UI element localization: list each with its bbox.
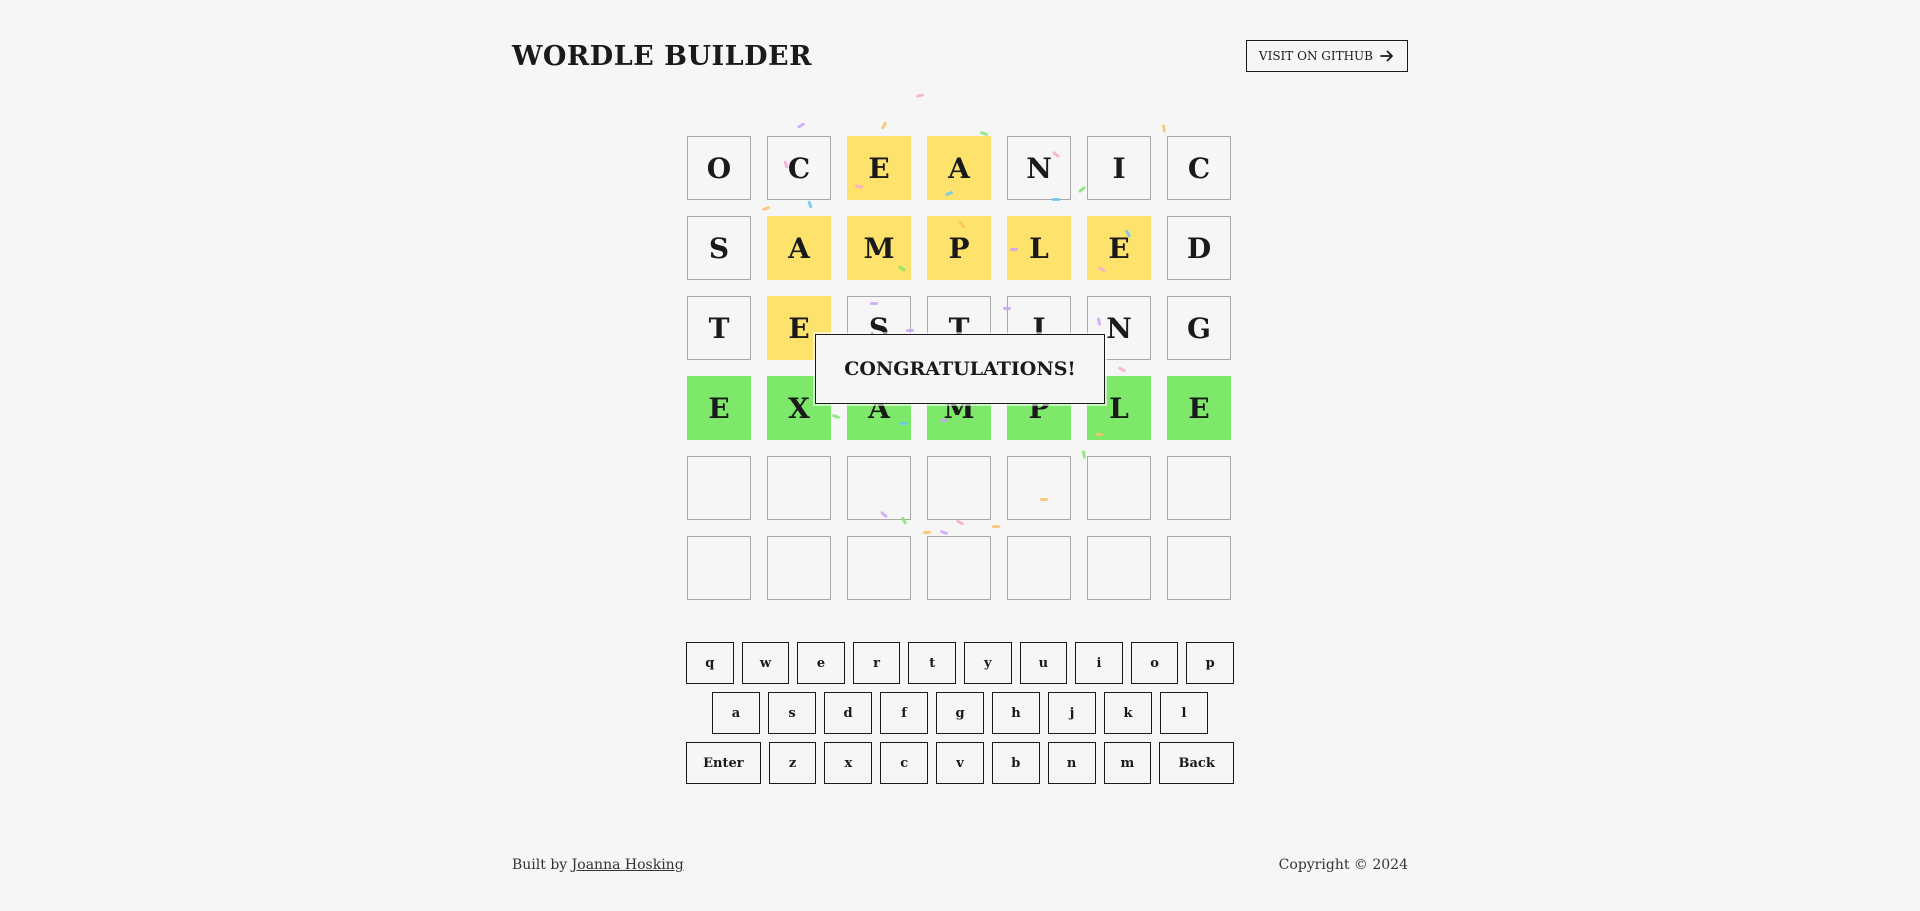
letter-tile xyxy=(687,536,751,600)
key-n-button[interactable]: n xyxy=(1047,742,1096,784)
key-m-button[interactable]: m xyxy=(1103,742,1152,784)
key-g-button[interactable]: g xyxy=(936,692,984,734)
key-u-button[interactable]: u xyxy=(1019,642,1068,684)
keyboard-row: qwertyuiop xyxy=(686,642,1234,684)
keyboard-row: Enter z x c v b n m Back xyxy=(686,742,1234,784)
key-r-button[interactable]: r xyxy=(852,642,901,684)
key-j-button[interactable]: j xyxy=(1048,692,1096,734)
key-l-button[interactable]: l xyxy=(1160,692,1208,734)
letter-tile: M xyxy=(847,216,911,280)
letter-tile: S xyxy=(687,216,751,280)
letter-tile xyxy=(1167,536,1231,600)
built-by-text: Built by Joanna Hosking xyxy=(512,857,684,873)
key-s-button[interactable]: s xyxy=(768,692,816,734)
key-enter-button[interactable]: Enter xyxy=(686,742,761,784)
author-link[interactable]: Joanna Hosking xyxy=(572,857,684,873)
board-row xyxy=(687,456,1231,520)
key-c-button[interactable]: c xyxy=(880,742,929,784)
letter-tile xyxy=(1167,456,1231,520)
letter-tile: I xyxy=(1087,136,1151,200)
confetti-piece xyxy=(916,93,924,98)
key-f-button[interactable]: f xyxy=(880,692,928,734)
letter-tile: N xyxy=(1007,136,1071,200)
key-e-button[interactable]: e xyxy=(797,642,845,684)
copyright-text: Copyright © 2024 xyxy=(1278,857,1408,873)
confetti-piece xyxy=(797,122,805,129)
key-q-button[interactable]: q xyxy=(686,642,734,684)
letter-tile xyxy=(847,456,911,520)
key-w-button[interactable]: w xyxy=(741,642,790,684)
letter-tile xyxy=(687,456,751,520)
key-d-button[interactable]: d xyxy=(824,692,872,734)
keyboard-row: asdfghjkl xyxy=(686,692,1234,734)
key-z-button[interactable]: z xyxy=(768,742,817,784)
board-row: SAMPLED xyxy=(687,216,1231,280)
key-i-button[interactable]: i xyxy=(1075,642,1123,684)
key-a-button[interactable]: a xyxy=(712,692,760,734)
letter-tile xyxy=(1007,536,1071,600)
letter-tile: E xyxy=(847,136,911,200)
built-by-label: Built by xyxy=(512,857,568,873)
letter-tile xyxy=(767,456,831,520)
letter-tile: A xyxy=(767,216,831,280)
confetti-piece xyxy=(1162,124,1166,133)
key-x-button[interactable]: x xyxy=(824,742,873,784)
letter-tile xyxy=(927,536,991,600)
letter-tile: C xyxy=(767,136,831,200)
letter-tile xyxy=(927,456,991,520)
key-b-button[interactable]: b xyxy=(991,742,1040,784)
letter-tile xyxy=(767,536,831,600)
congratulations-message: CONGRATULATIONS! xyxy=(815,334,1105,404)
letter-tile: P xyxy=(927,216,991,280)
key-t-button[interactable]: t xyxy=(908,642,956,684)
letter-tile: G xyxy=(1167,296,1231,360)
key-k-button[interactable]: k xyxy=(1104,692,1152,734)
arrow-right-icon xyxy=(1380,50,1393,62)
key-v-button[interactable]: v xyxy=(936,742,984,784)
confetti-piece xyxy=(881,121,887,130)
letter-tile: C xyxy=(1167,136,1231,200)
letter-tile: E xyxy=(687,376,751,440)
letter-tile: E xyxy=(1087,216,1151,280)
footer: Built by Joanna Hosking Copyright © 2024 xyxy=(512,857,1408,873)
letter-tile: E xyxy=(1167,376,1231,440)
key-y-button[interactable]: y xyxy=(964,642,1012,684)
letter-tile xyxy=(1007,456,1071,520)
key-back-button[interactable]: Back xyxy=(1159,742,1234,784)
key-h-button[interactable]: h xyxy=(992,692,1040,734)
board-row xyxy=(687,536,1231,600)
letter-tile: L xyxy=(1007,216,1071,280)
board-row: OCEANIC xyxy=(687,136,1231,200)
letter-tile: O xyxy=(687,136,751,200)
page-title: WORDLE BUILDER xyxy=(512,40,813,72)
letter-tile: D xyxy=(1167,216,1231,280)
on-screen-keyboard: q w e r t y u i o p a s d f g h j k l Enter z x c v b n m Back xyxy=(686,642,1234,792)
visit-github-button[interactable]: VISIT ON GITHUB xyxy=(1245,40,1408,72)
key-p-button[interactable]: p xyxy=(1186,642,1234,684)
letter-tile: A xyxy=(927,136,991,200)
letter-tile xyxy=(847,536,911,600)
letter-tile xyxy=(1087,536,1151,600)
header: WORDLE BUILDER VISIT ON GITHUB xyxy=(512,38,1408,74)
github-button-label: VISIT ON GITHUB xyxy=(1258,49,1373,63)
key-o-button[interactable]: o xyxy=(1130,642,1179,684)
letter-tile xyxy=(1087,456,1151,520)
letter-tile: T xyxy=(687,296,751,360)
